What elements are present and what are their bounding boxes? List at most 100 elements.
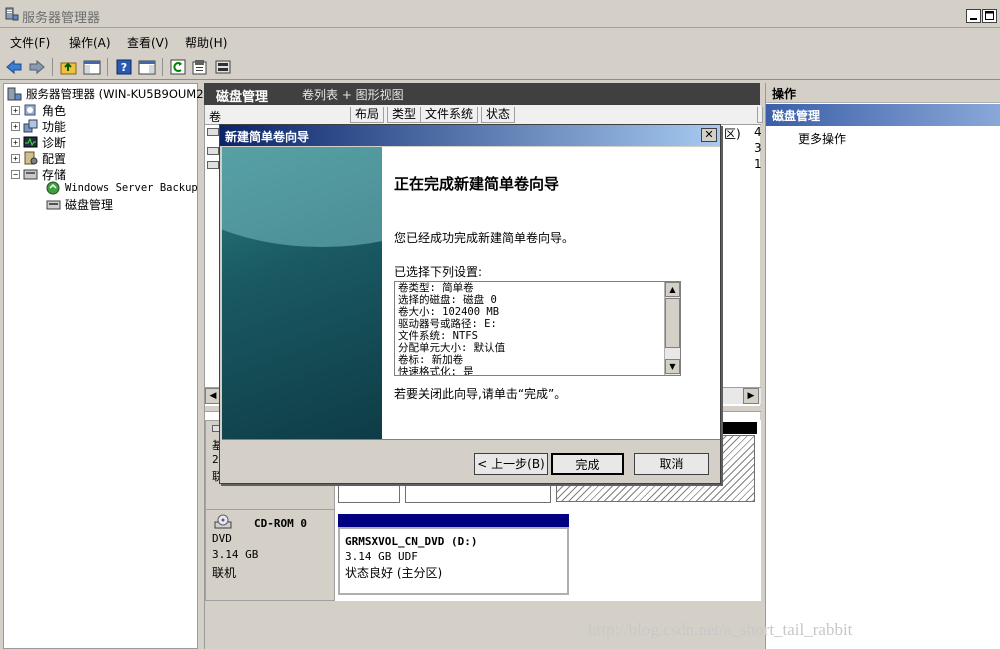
title-bar: 服务器管理器 xyxy=(0,0,1000,28)
expand-icon[interactable]: + xyxy=(11,137,20,147)
cdrom-icon xyxy=(214,514,232,529)
cdrom-name: CD-ROM 0 xyxy=(254,517,307,530)
action-pane-icon xyxy=(138,60,156,75)
column-volume[interactable]: 卷 xyxy=(209,108,221,125)
back-arrow-icon xyxy=(6,59,22,75)
roles-icon xyxy=(24,104,36,116)
cdrom-info[interactable]: CD-ROM 0 DVD 3.14 GB 联机 xyxy=(205,509,335,601)
toolbar-separator xyxy=(107,58,108,76)
watermark: http://blog.csdn.net/a_short_tail_rabbit xyxy=(588,620,853,639)
cdrom-type: DVD xyxy=(212,532,232,545)
status-fragment: 区) xyxy=(724,127,741,141)
up-level-button[interactable] xyxy=(59,57,79,77)
minimize-icon xyxy=(970,18,977,20)
scroll-thumb[interactable] xyxy=(665,298,680,348)
toolbar-separator xyxy=(52,58,53,76)
wizard-heading: 正在完成新建简单卷向导 xyxy=(394,175,560,193)
refresh-button[interactable] xyxy=(168,57,188,77)
tree-item-disk-management[interactable]: 磁盘管理 xyxy=(46,196,113,212)
center-pane-header: 磁盘管理 卷列表 + 图形视图 xyxy=(204,83,760,105)
help-button[interactable]: ? xyxy=(114,57,134,77)
tree-item-label: 诊断 xyxy=(42,135,67,150)
back-button[interactable]: < 上一步(B) xyxy=(474,453,548,475)
tree-item-label: 磁盘管理 xyxy=(65,197,114,212)
cdrom-volume[interactable]: GRMSXVOL_CN_DVD (D:) 3.14 GB UDF 状态良好 (主… xyxy=(338,527,569,595)
window-title: 服务器管理器 xyxy=(22,11,101,26)
maximize-button[interactable] xyxy=(982,9,997,23)
column-status[interactable]: 状态 xyxy=(481,107,516,123)
tree-item-label: 功能 xyxy=(42,119,67,134)
settings-list[interactable]: 卷类型: 简单卷 选择的磁盘: 磁盘 0 卷大小: 102400 MB 驱动器号… xyxy=(394,281,681,376)
actions-header: 操作 xyxy=(766,83,1000,103)
disk-settings-icon xyxy=(215,60,231,74)
storage-icon xyxy=(23,169,38,180)
cancel-button[interactable]: 取消 xyxy=(634,453,709,475)
new-simple-volume-wizard: 新建简单卷向导 ✕ 正在完成新建简单卷向导 您已经成功完成新建简单卷向导。 已选… xyxy=(219,124,721,484)
settings-scrollbar[interactable]: ▲ ▼ xyxy=(664,282,680,375)
configuration-icon xyxy=(24,151,38,165)
column-filesystem[interactable]: 文件系统 xyxy=(420,107,479,123)
volume-row-icon xyxy=(207,161,219,169)
console-tree-icon xyxy=(83,60,101,75)
wizard-body: 正在完成新建简单卷向导 您已经成功完成新建简单卷向导。 已选择下列设置: 卷类型… xyxy=(382,147,720,439)
disk-settings-button[interactable] xyxy=(213,57,233,77)
tree-item-windows-server-backup[interactable]: Windows Server Backup xyxy=(46,180,198,196)
help-icon: ? xyxy=(116,59,132,75)
properties-icon xyxy=(192,60,207,75)
cdrom-volume-size: 3.14 GB UDF xyxy=(345,550,418,563)
server-manager-icon xyxy=(5,7,19,21)
wizard-success-text: 您已经成功完成新建简单卷向导。 xyxy=(394,231,575,245)
menu-view[interactable]: 查看(V) xyxy=(127,34,169,51)
show-hide-tree-button[interactable] xyxy=(82,57,102,77)
menu-help[interactable]: 帮助(H) xyxy=(185,34,227,51)
scroll-down-icon[interactable]: ▼ xyxy=(665,359,680,374)
column-extra[interactable] xyxy=(757,107,763,123)
wizard-banner-image xyxy=(222,147,382,439)
cdrom-volume-status: 状态良好 (主分区) xyxy=(345,566,443,580)
volume-row-icon xyxy=(207,128,219,136)
back-button[interactable] xyxy=(4,57,24,77)
wizard-title: 新建简单卷向导 xyxy=(220,125,720,146)
column-type[interactable]: 类型 xyxy=(387,107,422,123)
maximize-icon xyxy=(985,11,994,20)
expand-icon[interactable]: + xyxy=(11,153,20,163)
scroll-right-icon[interactable]: ▶ xyxy=(743,388,759,404)
expand-icon[interactable]: + xyxy=(11,105,20,115)
backup-icon xyxy=(46,181,60,195)
close-icon[interactable]: ✕ xyxy=(701,128,717,142)
tree-root[interactable]: 服务器管理器 (WIN-KU5B9OUM2H xyxy=(7,86,212,102)
menu-action[interactable]: 操作(A) xyxy=(69,34,111,51)
minimize-button[interactable] xyxy=(966,9,981,23)
more-actions-link[interactable]: 更多操作 xyxy=(798,130,846,147)
value-fragment: 3 xyxy=(754,141,762,155)
disk0-partition[interactable] xyxy=(405,483,551,503)
disk-management-icon xyxy=(46,200,61,210)
scroll-up-icon[interactable]: ▲ xyxy=(665,282,680,297)
cdrom-volume-name: GRMSXVOL_CN_DVD (D:) xyxy=(345,535,478,548)
forward-button[interactable] xyxy=(27,57,47,77)
action-pane-button[interactable] xyxy=(137,57,157,77)
pane-title: 磁盘管理 xyxy=(216,90,269,105)
tree-item-configuration[interactable]: + 配置 xyxy=(11,150,66,166)
folder-up-icon xyxy=(60,62,77,75)
tree-item-diagnostics[interactable]: + 诊断 xyxy=(11,134,66,150)
disk0-partition[interactable] xyxy=(338,483,400,503)
diagnostics-icon xyxy=(23,136,38,148)
wizard-divider xyxy=(222,439,720,440)
wizard-close-hint: 若要关闭此向导,请单击“完成”。 xyxy=(394,387,567,401)
tree-item-roles[interactable]: + 角色 xyxy=(11,102,66,118)
actions-section-disk-management[interactable]: 磁盘管理 xyxy=(766,104,1000,126)
collapse-icon[interactable]: − xyxy=(11,169,20,179)
menu-file[interactable]: 文件(F) xyxy=(10,34,50,51)
banner-curve xyxy=(222,147,382,247)
toolbar-separator xyxy=(162,58,163,76)
properties-button[interactable] xyxy=(190,57,210,77)
column-layout[interactable]: 布局 xyxy=(350,107,385,123)
tree-item-features[interactable]: + 功能 xyxy=(11,118,66,134)
menu-bar: 文件(F) 操作(A) 查看(V) 帮助(H) xyxy=(0,28,1000,54)
setting-line: 快速格式化: 是 xyxy=(398,366,474,376)
expand-icon[interactable]: + xyxy=(11,121,20,131)
finish-button[interactable]: 完成 xyxy=(551,453,624,475)
tree-item-label: 配置 xyxy=(42,151,67,166)
primary-partition-bar xyxy=(338,514,569,527)
